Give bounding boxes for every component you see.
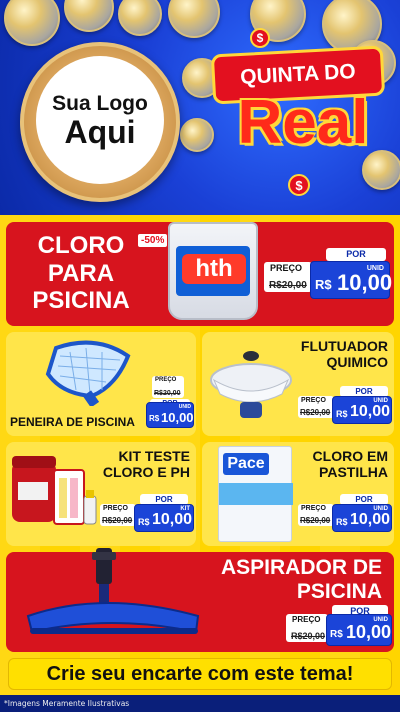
price-unit: UNID (373, 398, 388, 404)
new-price-box: R$ 10,00 UNID (332, 504, 392, 532)
coin-decoration (64, 0, 114, 32)
product-title: CLORO PARA PSICINA (32, 232, 130, 315)
old-price: R$20,00 (300, 408, 331, 417)
old-price-box: PREÇO R$20,00 (152, 376, 184, 398)
price-value: 10,00 (161, 410, 194, 425)
product-image-test-kit (12, 456, 97, 525)
new-price-box: R$ 10,00 UNID (326, 614, 392, 646)
old-price-box: PREÇO R$20,00 (286, 614, 328, 642)
price-value: 10,00 (152, 511, 193, 528)
old-price-box: PREÇO R$20,00 (264, 262, 312, 292)
currency: R$ (138, 517, 150, 527)
price-value: 10,00 (350, 511, 391, 528)
product-image-vacuum-head (26, 548, 200, 634)
coin-decoration (118, 0, 162, 36)
new-price-box: R$ 10,00 UNID (310, 261, 393, 299)
preco-label: PREÇO (103, 505, 128, 512)
header-banner: Sua Logo Aqui $ QUINTA DO Real $ (0, 0, 400, 215)
logo-text-line2: Aqui (64, 114, 136, 150)
price-value: 10,00 (346, 622, 392, 642)
product-title: PENEIRA DE PISCINA (10, 415, 135, 429)
brand-logo: Pace (223, 453, 269, 475)
price-unit: UNID (178, 404, 191, 410)
price-unit: KIT (180, 506, 190, 512)
price-value: 10,00 (337, 270, 393, 295)
package-band (219, 483, 293, 505)
product-image-leaf-skimmer (45, 340, 131, 406)
preco-label: PREÇO (301, 397, 326, 404)
coin-decoration (168, 0, 220, 38)
currency: R$ (336, 409, 348, 419)
currency: R$ (330, 629, 343, 640)
old-price: R$20,00 (300, 516, 331, 525)
logo-placeholder[interactable]: Sua Logo Aqui (36, 56, 164, 184)
price-value: 10,00 (350, 403, 391, 420)
old-price: R$20,00 (154, 390, 181, 397)
old-price: R$20,00 (102, 516, 133, 525)
price-unit: UNID (373, 617, 388, 623)
brand-logo: hth (182, 254, 246, 284)
product-image-floater (210, 351, 292, 418)
product-image-pace-package: Pace (218, 446, 293, 542)
currency: R$ (336, 517, 348, 527)
product-title: ASPIRADOR DE PSICINA (220, 556, 382, 604)
product-image-hth-bucket: hth (168, 222, 258, 320)
currency: R$ (315, 277, 332, 292)
product-title: FLUTUADOR QUIMICO (300, 338, 388, 371)
new-price-box: R$ 10,00 UNID (146, 402, 194, 428)
logo-text-line1: Sua Logo (52, 92, 148, 115)
currency: R$ (149, 414, 160, 423)
preco-label: PREÇO (292, 615, 321, 624)
product-title: KIT TESTE CLORO E PH (102, 448, 190, 481)
old-price-box: PREÇO R$20,00 (100, 504, 136, 526)
dollar-coin-icon: $ (288, 174, 310, 196)
old-price: R$20,00 (291, 631, 326, 641)
cta-banner[interactable]: Crie seu encarte com este tema! (8, 658, 392, 690)
product-title: CLORO EM PASTILHA (312, 448, 388, 481)
old-price-box: PREÇO R$20,00 (298, 396, 334, 418)
coin-decoration (4, 0, 60, 46)
discount-badge: -50% (138, 234, 168, 247)
old-price-box: PREÇO R$20,00 (298, 504, 334, 526)
price-unit: UNID (373, 506, 388, 512)
preco-label: PREÇO (155, 377, 177, 383)
quinta-text: QUINTA DO (239, 59, 357, 90)
new-price-box: R$ 10,00 KIT (134, 504, 194, 532)
real-title: Real (237, 88, 369, 157)
old-price: R$20,00 (269, 280, 307, 291)
price-unit: UNID (366, 265, 384, 272)
preco-label: PREÇO (301, 505, 326, 512)
new-price-box: R$ 10,00 UNID (332, 396, 392, 424)
por-label: POR (326, 248, 386, 261)
disclaimer-text: *Imagens Meramente Ilustrativas (4, 699, 130, 708)
preco-label: PREÇO (270, 263, 303, 273)
dollar-coin-icon: $ (250, 28, 270, 48)
